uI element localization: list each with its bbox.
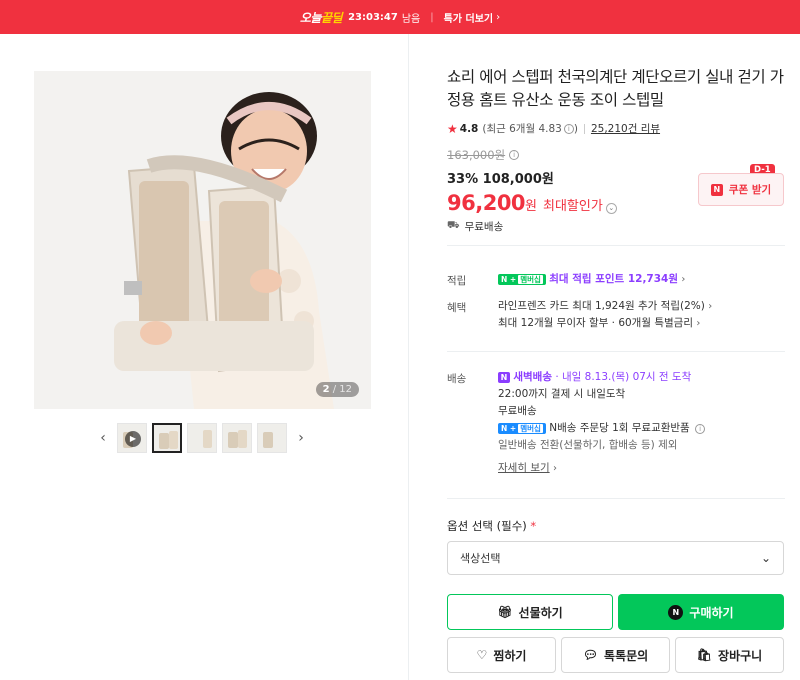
naver-plus-membership-badge: N + 멤버십 [498, 422, 546, 434]
free-exchange-row: N + 멤버십 N배송 주문당 1회 무료교환반품 i [498, 420, 706, 437]
deal-timer: 23:03:47 [348, 11, 398, 23]
info-icon[interactable]: i [695, 424, 706, 434]
coupon-button[interactable]: N 쿠폰 받기 [698, 173, 784, 206]
original-price-row: 163,000원 i [447, 147, 785, 163]
star-icon: ★ [447, 121, 458, 136]
benefit-rows: 라인프렌즈 카드 최대 1,924원 추가 적립(2%) › 최대 12개월 무… [498, 298, 712, 332]
column-divider [408, 34, 409, 680]
info-icon[interactable]: i [563, 123, 574, 134]
option-label: 옵션 선택 (필수) * [447, 519, 537, 533]
info-icon[interactable]: i [509, 150, 520, 160]
rating-divider [583, 123, 585, 134]
delivery-free: 무료배송 [498, 405, 537, 417]
truck-icon: ⛟ [447, 220, 460, 231]
thumbnail-strip: ‹ ▶ › [94, 421, 310, 455]
delivery-rows: N 새벽배송 · 내일 8.13.(목) 07시 전 도착 22:00까지 결제… [498, 369, 706, 477]
chevron-left-icon[interactable]: ‹ [94, 430, 112, 446]
installment-benefit-link[interactable]: 최대 12개월 무이자 할부 · 60개월 특별금리 › [498, 315, 712, 332]
talktalk-button-label: 톡톡문의 [604, 648, 649, 663]
color-select[interactable]: 색상선택 ⌄ [447, 541, 784, 575]
naver-plus-membership-badge: N + 멤버십 [498, 273, 546, 285]
buy-button-label: 구매하기 [689, 605, 734, 620]
deal-timer-suffix: 남음 [401, 13, 421, 25]
chevron-right-icon: › [496, 11, 501, 23]
wishlist-button-label: 찜하기 [493, 648, 527, 663]
rating-recent-close: ) [573, 122, 578, 135]
naver-n-icon: N [710, 183, 723, 196]
points-row[interactable]: N + 멤버십 최대 적립 포인트 12,734원 › [498, 271, 685, 288]
chevron-right-icon: › [696, 318, 701, 329]
dawn-delivery-icon: N [498, 371, 510, 383]
thumbnail-2[interactable] [152, 423, 182, 453]
rating-score: 4.8 [459, 122, 479, 135]
points-label: 적립 [447, 275, 467, 287]
deal-banner[interactable]: 오늘끝딜 23:03:47 남음 | 특가 더보기 › [0, 0, 800, 34]
thumbnail-4[interactable] [222, 423, 252, 453]
section-divider [447, 245, 785, 246]
cart-button-label: 장바구니 [718, 648, 763, 663]
deal-logo: 오늘끝딜 [299, 10, 343, 25]
card-benefit-link[interactable]: 라인프렌즈 카드 최대 1,924원 추가 적립(2%) › [498, 298, 712, 315]
play-icon: ▶ [125, 431, 141, 447]
wishlist-button[interactable]: ♡ 찜하기 [447, 637, 556, 673]
delivery-details-link[interactable]: 자세히 보기 [498, 462, 550, 474]
product-photo [34, 71, 371, 409]
chevron-right-icon: › [552, 463, 557, 474]
more-deals-link[interactable]: 특가 더보기 [444, 10, 493, 25]
final-price: 96,200 [447, 191, 526, 215]
coupon-label: 쿠폰 받기 [728, 184, 772, 196]
banner-divider: | [430, 11, 434, 23]
chat-bubble-icon: 💬︎ [582, 648, 599, 662]
thumbnail-5[interactable] [257, 423, 287, 453]
chevron-down-icon[interactable]: ⌄ [605, 203, 617, 214]
final-price-unit: 원 [525, 199, 538, 214]
section-divider [447, 498, 785, 499]
thumbnail-video[interactable]: ▶ [117, 423, 147, 453]
sale-price: 108,000원 [482, 172, 554, 187]
delivery-exclusion: 일반배송 전환(선물하기, 합배송 등) 제외 [498, 439, 678, 451]
section-divider [447, 351, 785, 352]
cart-button[interactable]: 🛍︎ 장바구니 [675, 637, 784, 673]
buy-button[interactable]: N 구매하기 [618, 594, 784, 630]
talktalk-button[interactable]: 💬︎ 톡톡문의 [561, 637, 670, 673]
max-points-text: 최대 적립 포인트 12,734원 [549, 273, 679, 285]
thumbnail-3[interactable] [187, 423, 217, 453]
chevron-right-icon: › [681, 274, 686, 285]
max-discount-label[interactable]: 최대할인가 [543, 195, 603, 214]
original-price: 163,000원 [447, 148, 506, 162]
delivery-cutoff: 22:00까지 결제 시 내일도착 [498, 388, 626, 400]
shopping-bag-icon: 🛍︎ [696, 648, 713, 662]
dawn-delivery-row: N 새벽배송 · 내일 8.13.(목) 07시 전 도착 [498, 369, 705, 386]
free-exchange-text: N배송 주문당 1회 무료교환반품 [549, 422, 690, 434]
gift-icon: 🎁︎ [497, 605, 513, 619]
rating-row: ★ 4.8 (최근 6개월 4.83 i ) 25,210건 리뷰 [447, 121, 785, 136]
chevron-right-icon: › [708, 301, 713, 312]
dawn-delivery-label: 새벽배송 [513, 371, 552, 383]
chevron-down-icon: ⌄ [760, 551, 771, 565]
product-main-image[interactable]: 2 / 12 [34, 71, 371, 409]
product-title: 쇼리 에어 스텝퍼 천국의계단 계단오르기 실내 걷기 가정용 홈트 유산소 운… [447, 68, 784, 109]
free-shipping-label: 무료배송 [464, 221, 504, 233]
review-count-link[interactable]: 25,210건 리뷰 [591, 121, 660, 136]
discount-rate: 33% [447, 172, 479, 187]
delivery-more-row[interactable]: 자세히 보기 › [498, 460, 705, 477]
benefit-label: 혜택 [447, 302, 467, 314]
delivery-label: 배송 [447, 373, 467, 385]
chevron-right-icon[interactable]: › [292, 430, 310, 446]
dawn-delivery-date: · 내일 8.13.(목) 07시 전 도착 [555, 371, 692, 383]
free-shipping-row: ⛟ 무료배송 [447, 219, 503, 234]
naver-pay-icon: N [668, 604, 684, 620]
heart-icon: ♡ [476, 648, 488, 662]
image-counter: 2 / 12 [315, 382, 359, 397]
color-select-value: 색상선택 [460, 552, 501, 565]
rating-recent: (최근 6개월 4.83 [482, 123, 562, 135]
gift-button-label: 선물하기 [518, 605, 563, 620]
gift-button[interactable]: 🎁︎ 선물하기 [447, 594, 613, 630]
